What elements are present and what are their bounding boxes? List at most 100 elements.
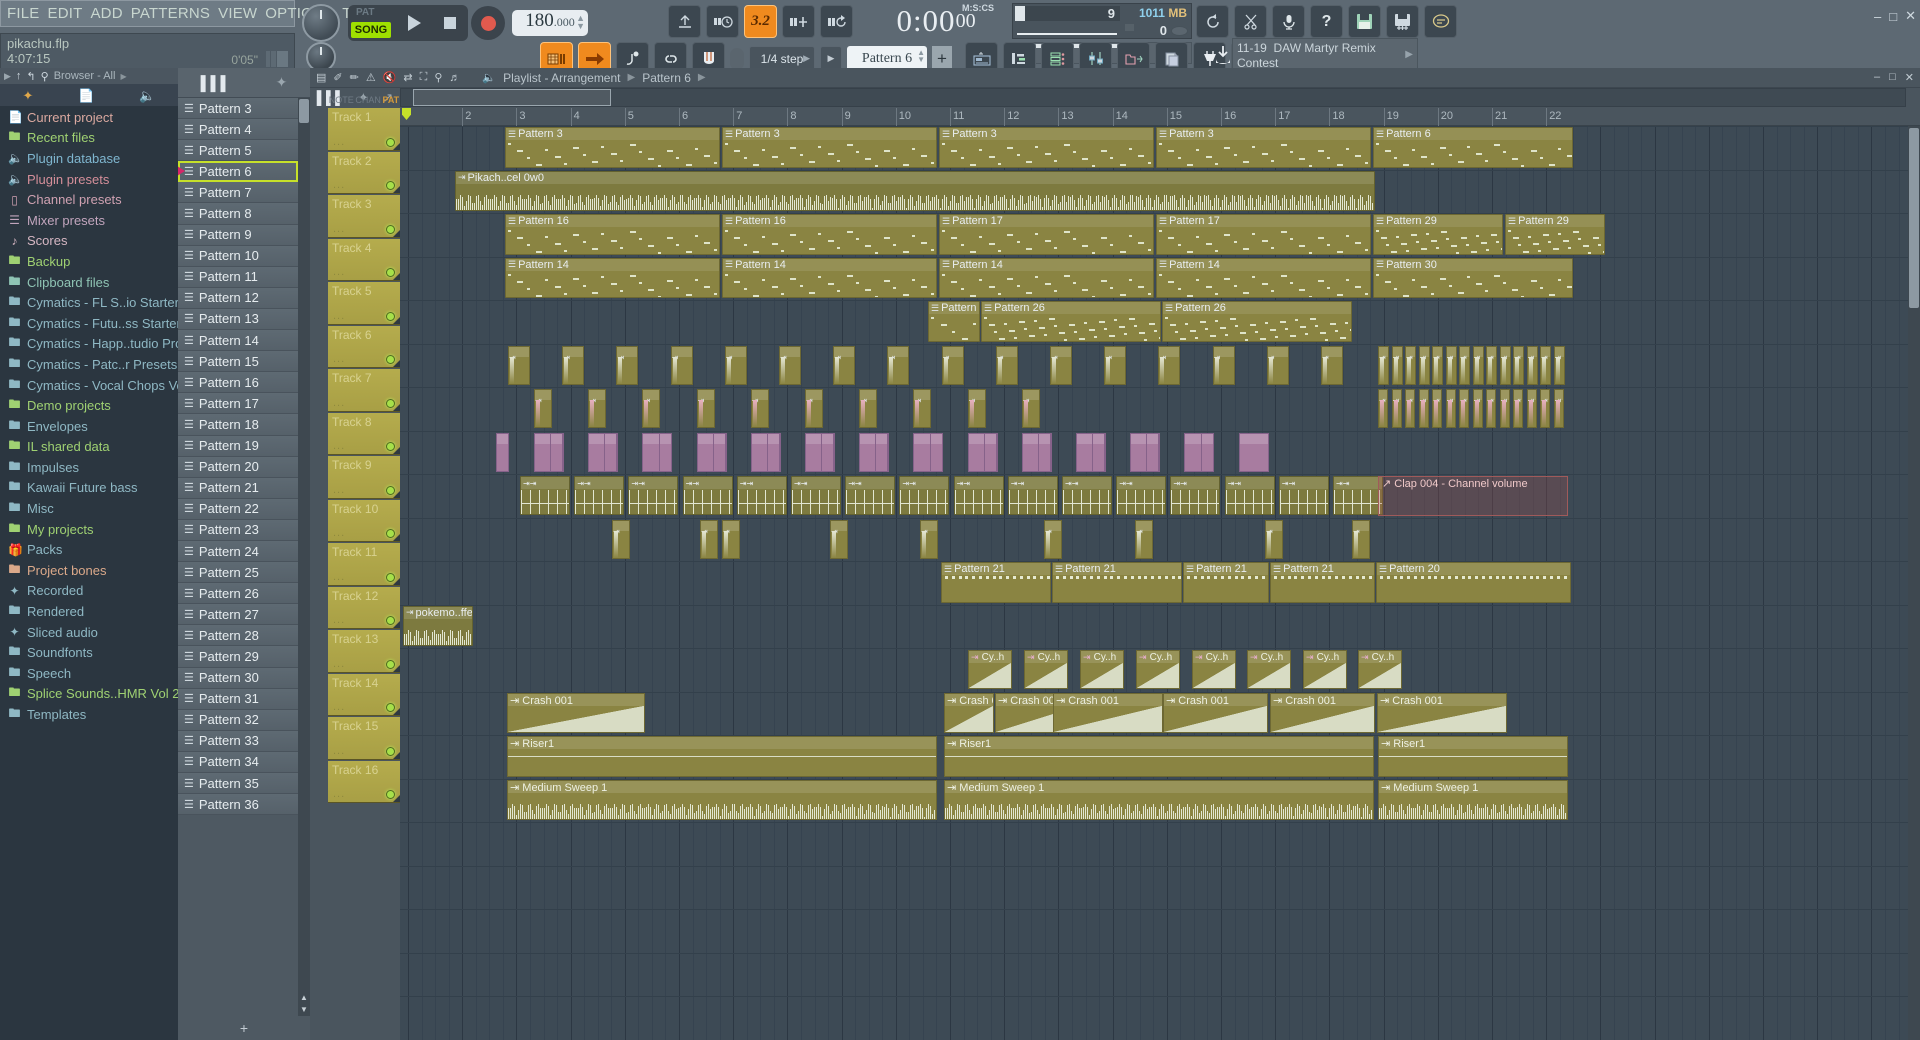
slip-icon[interactable]: ⇄: [403, 71, 412, 84]
playlist-clip-clap[interactable]: ⇥⇥: [1170, 476, 1221, 515]
playlist-clip-clap[interactable]: ⇥⇥: [1007, 476, 1058, 515]
browser-item-current-project[interactable]: 📄 Current project: [0, 107, 178, 128]
playlist-clip-percussion[interactable]: ⇥: [1378, 345, 1389, 385]
pattern-row-pattern-3[interactable]: ☰ Pattern 3: [178, 98, 298, 120]
track-resize-corner[interactable]: [393, 316, 400, 324]
pattern-row-pattern-8[interactable]: ☰ Pattern 8: [178, 203, 298, 225]
browser-item-soundfonts[interactable]: 🖿 Soundfonts: [0, 642, 178, 663]
chevron-right-icon[interactable]: ▶: [1405, 49, 1413, 60]
playlist-clip-percussion[interactable]: ⇥: [1378, 389, 1388, 428]
playlist-clip-percussion[interactable]: ⇥: [1459, 345, 1470, 385]
playlist-clip-clap[interactable]: ⇥⇥: [791, 476, 841, 515]
track-menu-dots[interactable]: ...: [333, 440, 345, 452]
playlist-clip-cymbal[interactable]: ⇥ Cy..h: [1247, 650, 1291, 689]
browser-item-clipboard-files[interactable]: 🖿 Clipboard files: [0, 272, 178, 293]
record-button[interactable]: [471, 6, 505, 40]
playlist-minimize-button[interactable]: –: [1874, 71, 1880, 84]
track-menu-dots[interactable]: ...: [333, 701, 345, 713]
pattern-row-pattern-4[interactable]: ☰ Pattern 4: [178, 119, 298, 141]
playlist-clip-pattern[interactable]: ☰ Pattern 21: [941, 562, 1051, 603]
pattern-scroll-thumb[interactable]: [299, 99, 309, 123]
pattern-row-pattern-32[interactable]: ☰ Pattern 32: [178, 709, 298, 731]
playlist-clip-audio[interactable]: ⇥ Pikach..cel 0w0: [455, 170, 1375, 211]
playlist-clip-percussion[interactable]: ⇥: [616, 345, 639, 385]
undo-icon[interactable]: [1196, 5, 1229, 38]
playlist-clip-percussion[interactable]: ⇥: [722, 519, 740, 559]
playlist-clip-cymbal[interactable]: ⇥ Cy..h: [968, 650, 1012, 689]
playlist-clip-pattern[interactable]: ☰ Pattern 26: [981, 301, 1161, 342]
playlist-clip-percussion[interactable]: ⇥: [508, 345, 530, 385]
playlist-clip-pattern[interactable]: ☰ Pattern 21: [1183, 562, 1269, 603]
playlist-clip-percussion[interactable]: ⇥: [750, 389, 769, 428]
chevron-right-icon[interactable]: ▶: [4, 71, 11, 82]
track-resize-corner[interactable]: [393, 360, 400, 367]
playlist-overview-bar[interactable]: [400, 88, 1906, 107]
playlist-clip-clap[interactable]: ⇥⇥: [520, 476, 570, 515]
playlist-clip-audio[interactable]: ⇥pokemo..ffects: [403, 605, 473, 646]
metronome-icon[interactable]: [706, 5, 739, 38]
playlist-clip-clap[interactable]: ⇥⇥: [1116, 476, 1167, 515]
pattern-row-pattern-21[interactable]: ☰ Pattern 21: [178, 477, 298, 499]
playlist-clip-sweep[interactable]: ⇥ Medium Sweep 1: [1378, 779, 1568, 820]
browser-item-cymatics-patc-r-presets-vol-1[interactable]: 🖿 Cymatics - Patc..r Presets Vol 1: [0, 354, 178, 375]
playlist-clip-crash[interactable]: ⇥ Crash 001: [1163, 692, 1268, 733]
pattern-row-pattern-31[interactable]: ☰ Pattern 31: [178, 688, 298, 710]
track-menu-dots[interactable]: ...: [333, 788, 345, 800]
menu-item-view[interactable]: VIEW: [218, 5, 257, 22]
menu-item-file[interactable]: FILE: [7, 5, 39, 22]
browser-item-misc[interactable]: 🖿 Misc: [0, 498, 178, 519]
playlist-clip-pattern[interactable]: ☰ Pattern 6: [1373, 127, 1573, 168]
track-header-15[interactable]: Track 15...: [328, 717, 400, 760]
playlist-clip-pattern[interactable]: ☰ Pattern 16: [722, 214, 937, 255]
pattern-row-pattern-19[interactable]: ☰ Pattern 19: [178, 435, 298, 457]
track-menu-dots[interactable]: ...: [333, 484, 345, 496]
browser-item-project-bones[interactable]: 🖿 Project bones: [0, 560, 178, 581]
mute-icon[interactable]: 🔇: [383, 71, 397, 84]
browser-item-sliced-audio[interactable]: ✦ Sliced audio: [0, 622, 178, 643]
tempo-field[interactable]: 180 .000 ▲ ▼: [512, 10, 588, 36]
add-pattern-footer-button[interactable]: +: [178, 1016, 310, 1040]
wait-for-input-icon[interactable]: [782, 5, 815, 38]
playlist-grid[interactable]: ☰ Pattern 3 ☰ Pattern 3 ☰ Pattern 3 ☰ Pattern 3…: [400, 126, 1920, 1040]
snap-handle[interactable]: [730, 47, 744, 70]
playlist-clip-percussion[interactable]: ⇥: [1540, 345, 1551, 385]
playlist-clip-percussion[interactable]: ⇥: [941, 345, 964, 385]
browser-item-templates[interactable]: 🖿 Templates: [0, 704, 178, 725]
playlist-clip-pattern[interactable]: ☰ Pattern 14: [939, 257, 1154, 298]
chat-icon[interactable]: [1424, 5, 1457, 38]
playlist-clip-pattern[interactable]: ☰ Pattern 3: [722, 127, 937, 168]
select-icon[interactable]: ⛶: [420, 71, 428, 84]
pattern-row-pattern-33[interactable]: ☰ Pattern 33: [178, 730, 298, 752]
menu-item-patterns[interactable]: PATTERNS: [131, 5, 210, 22]
playlist-clip-clap[interactable]: ⇥⇥: [682, 476, 733, 515]
playlist-maximize-button[interactable]: □: [1889, 71, 1896, 84]
playlist-clip-clap[interactable]: ⇥⇥: [1224, 476, 1275, 515]
playlist-clip-percussion[interactable]: ⇥: [830, 519, 848, 559]
playlist-clip-percussion[interactable]: ⇥: [887, 345, 910, 385]
playlist-clip-pattern[interactable]: ☰ Pattern 3: [1156, 127, 1371, 168]
browser-item-plugin-database[interactable]: 🔈 Plugin database: [0, 148, 178, 169]
playlist-clip-percussion[interactable]: ⇥: [805, 389, 823, 428]
browser-item-channel-presets[interactable]: ▯ Channel presets: [0, 189, 178, 210]
playlist-clip-percussion[interactable]: ⇥: [724, 345, 747, 385]
track-header-4[interactable]: Track 4...: [328, 238, 400, 281]
playlist-clip-pattern[interactable]: ☰ Pattern 29: [1505, 214, 1605, 255]
pattern-row-pattern-15[interactable]: ☰ Pattern 15: [178, 351, 298, 373]
track-resize-corner[interactable]: [393, 621, 400, 628]
playlist-close-button[interactable]: ✕: [1905, 71, 1914, 84]
track-resize-corner[interactable]: [393, 142, 400, 150]
track-header-3[interactable]: Track 3...: [328, 195, 400, 238]
playback-icon[interactable]: ♬: [449, 72, 460, 84]
playlist-clip-kick[interactable]: [767, 432, 780, 472]
pattern-row-pattern-12[interactable]: ☰ Pattern 12: [178, 287, 298, 309]
chevron-up-icon[interactable]: ▲: [300, 993, 308, 1002]
playlist-ruler[interactable]: 2 3 4 5 6 7 8 9 10 11 12 13 14 15 16 17 18 19 20 21 22: [400, 108, 1920, 126]
track-header-7[interactable]: Track 7...: [328, 369, 400, 412]
count-in-icon[interactable]: 3.2: [744, 5, 777, 38]
playlist-clip-kick[interactable]: [1038, 432, 1051, 472]
browser-item-cymatics-futu-ss-starter-pack[interactable]: 🖿 Cymatics - Futu..ss Starter Pack: [0, 313, 178, 334]
playlist-clip-clap[interactable]: ⇥⇥: [736, 476, 787, 515]
playlist-clip-percussion[interactable]: ⇥: [534, 389, 552, 428]
playlist-clip-percussion[interactable]: ⇥: [1526, 345, 1538, 385]
browser-item-cymatics-vocal-chops-vol-1[interactable]: 🖿 Cymatics - Vocal Chops Vol 1: [0, 375, 178, 396]
